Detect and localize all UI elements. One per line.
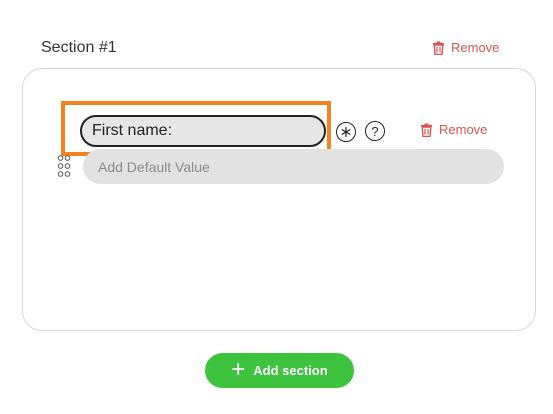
trash-icon	[433, 41, 444, 55]
plus-icon: +	[231, 355, 246, 383]
field-label-input[interactable]: First name:	[80, 115, 326, 147]
asterisk-icon	[341, 127, 351, 137]
section-title: Section #1	[41, 39, 117, 56]
drag-handle-icon[interactable]	[57, 155, 71, 177]
remove-field-label: Remove	[439, 122, 488, 137]
remove-section-label: Remove	[451, 40, 500, 55]
help-icon[interactable]: ?	[365, 121, 385, 141]
add-section-button[interactable]: + Add section	[205, 353, 354, 388]
required-toggle-icon[interactable]	[336, 122, 356, 142]
add-section-label: Add section	[253, 363, 328, 378]
remove-field-button[interactable]: Remove	[420, 122, 487, 137]
remove-section-button[interactable]: Remove	[432, 40, 499, 55]
trash-icon	[421, 123, 432, 137]
default-value-input[interactable]	[83, 149, 504, 184]
